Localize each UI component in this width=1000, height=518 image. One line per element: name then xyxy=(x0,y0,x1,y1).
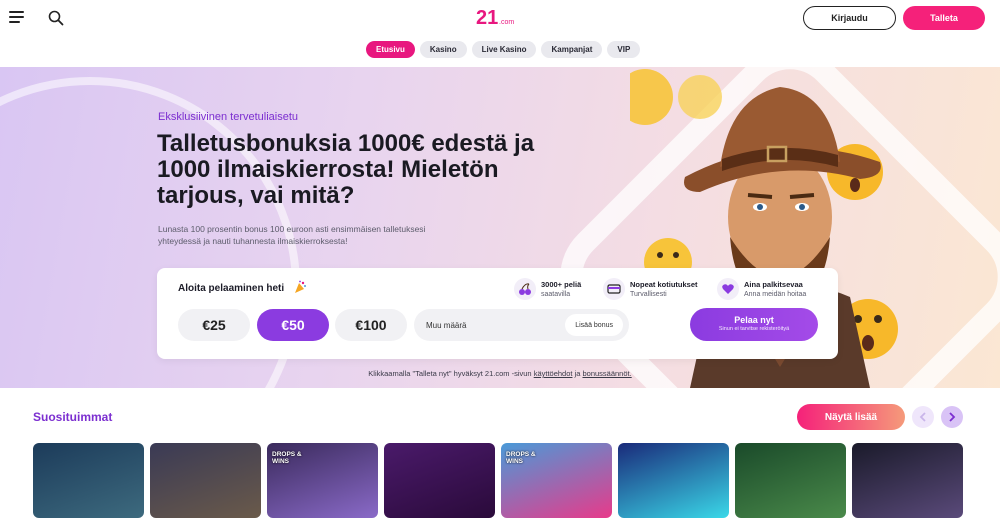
feature-withdrawals: Nopeat kotiutukset Turvallisesti xyxy=(603,278,698,300)
game-tile-1[interactable] xyxy=(33,443,144,518)
drops-and-wins-badge: DROPS & WINS xyxy=(506,451,536,465)
tab-live-kasino[interactable]: Live Kasino xyxy=(471,41,537,58)
bonus-rules-link[interactable]: bonussäännöt. xyxy=(582,369,631,378)
terms-prefix: Klikkaamalla "Talleta nyt" hyväksyt 21.c… xyxy=(368,369,534,378)
deposit-button[interactable]: Talleta xyxy=(903,6,985,30)
terms-middle: ja xyxy=(572,369,583,378)
popular-section-title: Suosituimmat xyxy=(33,410,113,424)
other-amount-input[interactable] xyxy=(426,318,546,332)
play-now-label: Pelaa nyt xyxy=(734,315,774,325)
hero-subtitle: Lunasta 100 prosentin bonus 100 euroon a… xyxy=(158,224,426,246)
main-nav: Etusivu Kasino Live Kasino Kampanjat VIP xyxy=(366,41,641,58)
tab-etusivu[interactable]: Etusivu xyxy=(366,41,415,58)
game-tile-3[interactable]: DROPS & WINS xyxy=(267,443,378,518)
chevron-right-icon xyxy=(949,412,956,422)
search-icon[interactable] xyxy=(48,10,64,26)
game-tile-4[interactable] xyxy=(384,443,495,518)
amount-100-button[interactable]: €100 xyxy=(335,309,407,341)
feature-rewarding: Aina palkitsevaa Anna meidän hoitaa xyxy=(717,278,806,300)
game-tile-2[interactable] xyxy=(150,443,261,518)
games-carousel: DROPS & WINS DROPS & WINS xyxy=(33,443,963,518)
logo[interactable]: 21 .com xyxy=(474,5,524,29)
quick-deposit-card: Aloita pelaaminen heti 3000+ peliä saata… xyxy=(157,268,838,359)
drops-and-wins-badge: DROPS & WINS xyxy=(272,451,302,465)
feature-title: Aina palkitsevaa xyxy=(744,280,803,289)
carousel-next-button[interactable] xyxy=(941,406,963,428)
hamburger-menu-icon[interactable] xyxy=(9,11,24,25)
amount-25-button[interactable]: €25 xyxy=(178,309,250,341)
cherries-icon xyxy=(514,278,536,300)
feature-title: Nopeat kotiutukset xyxy=(630,280,698,289)
feature-subtitle: saatavilla xyxy=(541,291,571,298)
login-button[interactable]: Kirjaudu xyxy=(803,6,896,30)
svg-text:.com: .com xyxy=(499,19,514,26)
carousel-prev-button[interactable] xyxy=(912,406,934,428)
heart-icon xyxy=(717,278,739,300)
feature-title: 3000+ peliä xyxy=(541,280,582,289)
terms-notice: Klikkaamalla "Talleta nyt" hyväksyt 21.c… xyxy=(0,369,1000,378)
game-tile-5[interactable]: DROPS & WINS xyxy=(501,443,612,518)
play-now-button[interactable]: Pelaa nyt Sinun ei tarvitse rekisteröity… xyxy=(690,308,818,341)
other-amount-field: Lisää bonus xyxy=(414,309,629,341)
show-more-button[interactable]: Näytä lisää xyxy=(797,404,905,430)
feature-subtitle: Turvallisesti xyxy=(630,291,667,298)
game-tile-8[interactable] xyxy=(852,443,963,518)
terms-of-use-link[interactable]: käyttöehdot xyxy=(534,369,573,378)
tab-kasino[interactable]: Kasino xyxy=(419,41,467,58)
amount-50-button[interactable]: €50 xyxy=(257,309,329,341)
site-header: 21 .com Kirjaudu Talleta xyxy=(0,0,1000,38)
tab-kampanjat[interactable]: Kampanjat xyxy=(541,41,603,58)
feature-subtitle: Anna meidän hoitaa xyxy=(744,291,807,298)
card-icon xyxy=(603,278,625,300)
game-tile-7[interactable] xyxy=(735,443,846,518)
play-now-sublabel: Sinun ei tarvitse rekisteröityä xyxy=(718,326,790,332)
add-bonus-button[interactable]: Lisää bonus xyxy=(565,314,623,336)
chevron-left-icon xyxy=(919,412,926,422)
card-heading: Aloita pelaaminen heti xyxy=(178,283,285,294)
tab-vip[interactable]: VIP xyxy=(607,41,641,58)
hero-title: Talletusbonuksia 1000€ edestä ja 1000 il… xyxy=(157,130,535,209)
party-popper-icon xyxy=(295,280,306,293)
svg-text:21: 21 xyxy=(476,7,498,29)
feature-games: 3000+ peliä saatavilla xyxy=(514,278,581,300)
game-tile-6[interactable] xyxy=(618,443,729,518)
hero-eyebrow: Eksklusiivinen tervetuliaisetu xyxy=(158,111,299,123)
